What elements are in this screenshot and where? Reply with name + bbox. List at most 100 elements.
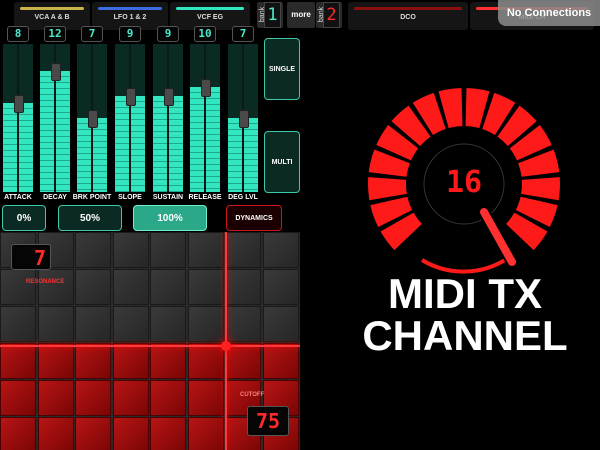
grid-cell: [112, 380, 149, 416]
fader-label: DECAY: [43, 194, 67, 201]
fader-label: BRK POINT: [72, 194, 112, 201]
grid-cell: [225, 306, 261, 342]
tab-indicator: [354, 7, 462, 10]
dynamics-button[interactable]: DYNAMICS: [226, 205, 282, 231]
bank-right[interactable]: bank 2: [316, 2, 342, 28]
bank-value: 1: [264, 2, 281, 28]
fader-handle[interactable]: [88, 110, 98, 128]
grid-cell: [150, 306, 186, 342]
grid-cell: [112, 306, 149, 342]
fader-rail: [167, 44, 169, 192]
grid-cell: [112, 343, 149, 379]
fader-display: 10: [194, 26, 216, 42]
fader-handle[interactable]: [14, 95, 24, 113]
midi-channel-value: 16: [446, 165, 482, 200]
crosshair-point[interactable]: [221, 341, 231, 351]
grid-cell: [37, 343, 74, 379]
tab-label: DCO: [400, 14, 416, 21]
fader-display: 9: [119, 26, 141, 42]
grid-cell: [75, 343, 111, 379]
fader-label: SUSTAIN: [152, 194, 184, 201]
grid-cell: [187, 232, 224, 268]
fader-rail: [204, 44, 206, 192]
resonance-display: 7: [11, 244, 51, 270]
grid-cell: [150, 380, 186, 416]
midi-title-line-1: MIDI TX: [388, 270, 542, 317]
grid-cell: [0, 380, 36, 416]
grid-cell: [225, 269, 261, 305]
grid-cell: [150, 269, 186, 305]
knob-pointer: [480, 208, 516, 266]
single-button[interactable]: SINGLE: [264, 38, 300, 100]
midi-title-line-2: CHANNEL: [362, 312, 568, 359]
fader-attack[interactable]: 8: [3, 26, 33, 192]
tab-indicator: [176, 7, 244, 10]
zero-percent-button[interactable]: 0%: [2, 205, 46, 231]
grid-cell: [37, 269, 74, 305]
grid-cell: [75, 232, 111, 268]
grid-cell: [150, 343, 186, 379]
grid-cell: [0, 269, 36, 305]
grid-cell: [75, 380, 111, 416]
hundred-percent-button[interactable]: 100%: [133, 205, 207, 231]
xy-pad[interactable]: 7 RESONANCE CUTOFF 75: [0, 232, 300, 450]
grid-cell: [187, 343, 224, 379]
fader-deg-lvl[interactable]: 7: [228, 26, 258, 192]
connection-status: No Connections: [498, 0, 600, 26]
fader-handle[interactable]: [126, 88, 136, 106]
fader-handle[interactable]: [51, 63, 61, 81]
grid-cell: [150, 417, 186, 450]
fader-label: RELEASE: [188, 194, 222, 201]
multi-button[interactable]: MULTI: [264, 131, 300, 193]
fifty-percent-button[interactable]: 50%: [58, 205, 122, 231]
fader-handle[interactable]: [164, 88, 174, 106]
fader-display: 8: [7, 26, 29, 42]
grid-cell: [262, 343, 299, 379]
fader-slope[interactable]: 9: [115, 26, 145, 192]
fader-display: 12: [44, 26, 66, 42]
grid-cell: [187, 417, 224, 450]
grid-cell: [0, 343, 36, 379]
grid-cell: [262, 306, 299, 342]
bank-value: 2: [323, 2, 340, 28]
grid-cell: [37, 417, 74, 450]
fader-release[interactable]: 10: [190, 26, 220, 192]
grid-cell: [112, 417, 149, 450]
grid-cell: [112, 232, 149, 268]
grid-cell: [225, 232, 261, 268]
grid-cell: [0, 306, 36, 342]
knob-segment: [521, 177, 560, 201]
grid-cell: [37, 306, 74, 342]
fader-brk-point[interactable]: 7: [77, 26, 107, 192]
fader-handle[interactable]: [239, 110, 249, 128]
grid-cell: [187, 380, 224, 416]
cutoff-display: 75: [247, 406, 289, 436]
knob-segment: [368, 177, 407, 201]
fader-display: 7: [232, 26, 254, 42]
fader-decay[interactable]: 12: [40, 26, 70, 192]
fader-label: ATTACK: [4, 194, 32, 201]
grid-cell: [262, 269, 299, 305]
tab-indicator: [98, 7, 162, 10]
fader-rail: [129, 44, 131, 192]
fader-sustain[interactable]: 9: [153, 26, 183, 192]
tab-dco[interactable]: DCO: [348, 2, 468, 30]
cutoff-label: CUTOFF: [240, 392, 265, 398]
tab-label: LFO 1 & 2: [113, 14, 147, 21]
grid-cell: [150, 232, 186, 268]
tab-label: VCF EG: [196, 14, 224, 21]
tab-label: VCA A & B: [34, 14, 70, 21]
more-button[interactable]: more: [287, 2, 315, 28]
grid-cell: [187, 306, 224, 342]
tab-indicator: [20, 7, 84, 10]
fader-rail: [17, 44, 19, 192]
grid-cell: [37, 380, 74, 416]
fader-handle[interactable]: [201, 79, 211, 97]
grid-cell: [75, 306, 111, 342]
bank-left[interactable]: bank 1: [257, 2, 283, 28]
fader-display: 7: [81, 26, 103, 42]
midi-channel-knob[interactable]: 16: [360, 80, 580, 280]
fader-label: SLOPE: [118, 194, 142, 201]
crosshair-horizontal: [0, 345, 300, 347]
fader-display: 9: [157, 26, 179, 42]
